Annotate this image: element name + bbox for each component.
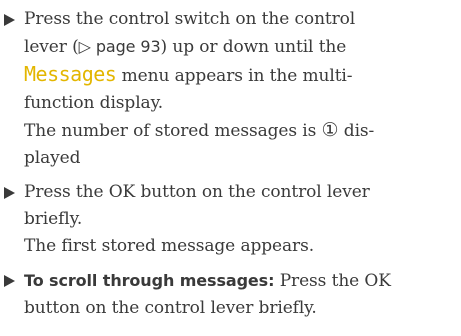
bullet-triangle-icon [4, 275, 15, 287]
step-1-line-1: Press the control switch on the control [24, 9, 356, 29]
step-2-line-2: briefly. [24, 209, 83, 229]
step-1-text: ) up or down until the [160, 37, 347, 57]
step-1-line-3: Messages menu appears in the multi- [24, 61, 461, 90]
step-1-text: lever ( [24, 37, 79, 57]
step-3-line-1: To scroll through messages: Press the OK [24, 267, 461, 295]
messages-menu-name: Messages [24, 62, 117, 86]
step-1: Press the control switch on the control … [0, 6, 461, 172]
step-1-result-text: dis- [338, 121, 375, 141]
step-1-line-2: lever (▷ page 93) up or down until the [24, 33, 461, 61]
instruction-list: Press the control switch on the control … [0, 6, 461, 322]
step-3-text: Press the OK [274, 271, 391, 291]
step-2-result: The first stored message appears. [24, 236, 314, 256]
bullet-triangle-icon [4, 187, 15, 199]
step-3: To scroll through messages: Press the OK… [0, 267, 461, 322]
callout-marker: ① [321, 119, 339, 141]
step-2-line-1: Press the OK button on the control lever [24, 182, 370, 202]
page-reference-link[interactable]: ▷ page 93 [79, 37, 161, 56]
step-1-result-text: The number of stored messages is [24, 121, 322, 141]
step-2: Press the OK button on the control lever… [0, 179, 461, 260]
step-1-text: menu appears in the multi- [116, 66, 353, 86]
step-3-line-2: button on the control lever briefly. [24, 298, 317, 318]
bullet-triangle-icon [4, 14, 15, 26]
step-1-result: The number of stored messages is ① dis- [24, 117, 461, 145]
step-1-line-4: function display. [24, 93, 164, 113]
scroll-label: To scroll through messages: [24, 271, 275, 290]
step-1-result-end: played [24, 148, 81, 168]
